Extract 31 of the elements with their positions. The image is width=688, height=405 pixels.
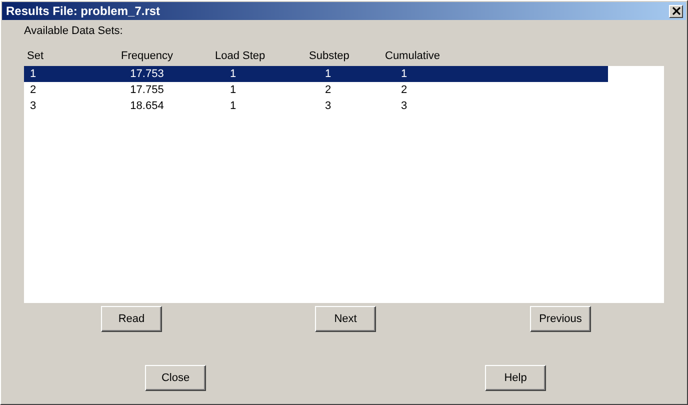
window-title: Results File: problem_7.rst [6, 4, 160, 18]
column-header: Load Step [215, 50, 266, 64]
column-header: Cumulative [385, 50, 442, 64]
table-cell-text: 1 [228, 100, 238, 112]
data-set-row[interactable]: 3 18.654 1 3 3 [24, 98, 608, 114]
column-header: Substep [309, 50, 350, 64]
dialog-button[interactable]: Close [145, 365, 206, 391]
table-cell-text: 2 [324, 84, 332, 96]
nav-button[interactable]: Next [315, 306, 376, 332]
table-cell-text: 1 [228, 84, 238, 96]
dialog-button[interactable]: Help [485, 365, 546, 391]
close-icon[interactable] [669, 4, 683, 18]
table-cell-text: 3 [324, 100, 332, 112]
table-cell-text: 2 [29, 84, 38, 96]
table-cell-text: 3 [400, 100, 408, 112]
nav-button[interactable]: Previous [530, 306, 591, 332]
list-label: Available Data Sets: [24, 25, 124, 39]
table-cell-text: 1 [324, 68, 332, 80]
table-cell-text: 1 [29, 68, 38, 80]
table-cell-text: 17.753 [129, 68, 165, 80]
table-cell-text: 2 [400, 84, 408, 96]
column-header: Set [27, 50, 45, 64]
data-set-row[interactable]: 2 17.755 1 2 2 [24, 82, 608, 98]
data-set-row[interactable]: 1 17.753 1 1 1 [24, 66, 608, 82]
table-cell-text: 1 [228, 68, 238, 80]
table-cell-text: 18.654 [129, 100, 165, 112]
column-header: Frequency [121, 50, 174, 64]
nav-button[interactable]: Read [101, 306, 162, 332]
table-cell-text: 1 [400, 68, 408, 80]
table-cell-text: 3 [29, 100, 38, 112]
table-cell-text: 17.755 [129, 84, 165, 96]
